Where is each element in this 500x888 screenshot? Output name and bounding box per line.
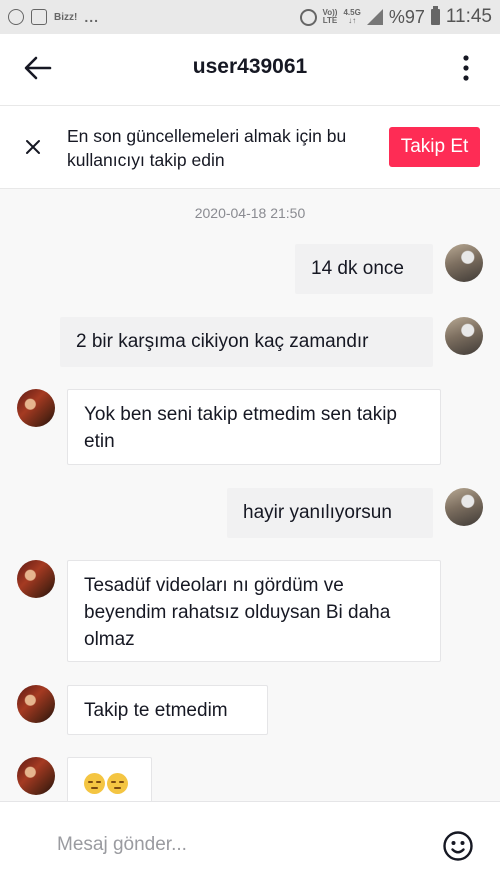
incoming-emoji-message[interactable] <box>67 757 152 801</box>
outgoing-message[interactable]: 14 dk once <box>295 244 433 294</box>
pensive-face-icon <box>107 773 128 795</box>
clock: 11:45 <box>445 6 492 27</box>
signal-icon <box>366 9 383 25</box>
follow-banner: En son güncellemeleri almak için bu kull… <box>0 106 500 189</box>
message-timestamp: 2020-04-18 21:50 <box>194 205 306 221</box>
emoji-icon[interactable] <box>442 830 474 862</box>
outgoing-message[interactable]: hayir yanılıyorsun <box>227 488 433 538</box>
pensive-face-icon <box>84 773 105 795</box>
network-speed-indicator: 4.5G ↓↑ <box>343 8 361 25</box>
status-bar: Bizz! ... Vo)) LTE 4.5G ↓↑ %97 11:45 <box>0 0 500 34</box>
page-title: user439061 <box>192 55 308 78</box>
alarm-icon <box>299 8 317 26</box>
follow-prompt-text: En son güncellemeleri almak için bu kull… <box>67 126 347 170</box>
battery-percent: %97 <box>388 6 425 27</box>
message-composer <box>0 801 500 888</box>
contact-avatar[interactable] <box>17 389 55 427</box>
contact-avatar[interactable] <box>17 685 55 723</box>
incoming-message[interactable]: Tesadüf videoları nı gördüm ve beyendim … <box>67 560 441 662</box>
close-icon[interactable] <box>22 136 44 158</box>
my-avatar[interactable] <box>445 488 483 526</box>
app-label: Bizz! <box>54 11 78 23</box>
contact-avatar[interactable] <box>17 757 55 795</box>
chat-header: user439061 <box>0 34 500 106</box>
outgoing-message[interactable]: 2 bir karşıma cikiyon kaç zamandır <box>60 317 433 367</box>
volte-indicator: Vo)) LTE <box>322 8 338 25</box>
more-options-icon[interactable] <box>458 54 474 86</box>
incoming-message[interactable]: Takip te etmedim <box>67 685 268 735</box>
message-list: 2020-04-18 21:50 14 dk once 2 bir karşım… <box>0 190 500 801</box>
contact-avatar[interactable] <box>17 560 55 598</box>
my-avatar[interactable] <box>445 244 483 282</box>
battery-icon <box>430 6 440 25</box>
message-input[interactable] <box>55 826 419 864</box>
more-notifications: ... <box>84 9 100 25</box>
incoming-message[interactable]: Yok ben seni takip etmedim sen takip eti… <box>67 389 441 465</box>
my-avatar[interactable] <box>445 317 483 355</box>
ticket-icon <box>31 9 47 25</box>
follow-button[interactable]: Takip Et <box>389 127 480 167</box>
app-notification-icon <box>8 9 24 25</box>
